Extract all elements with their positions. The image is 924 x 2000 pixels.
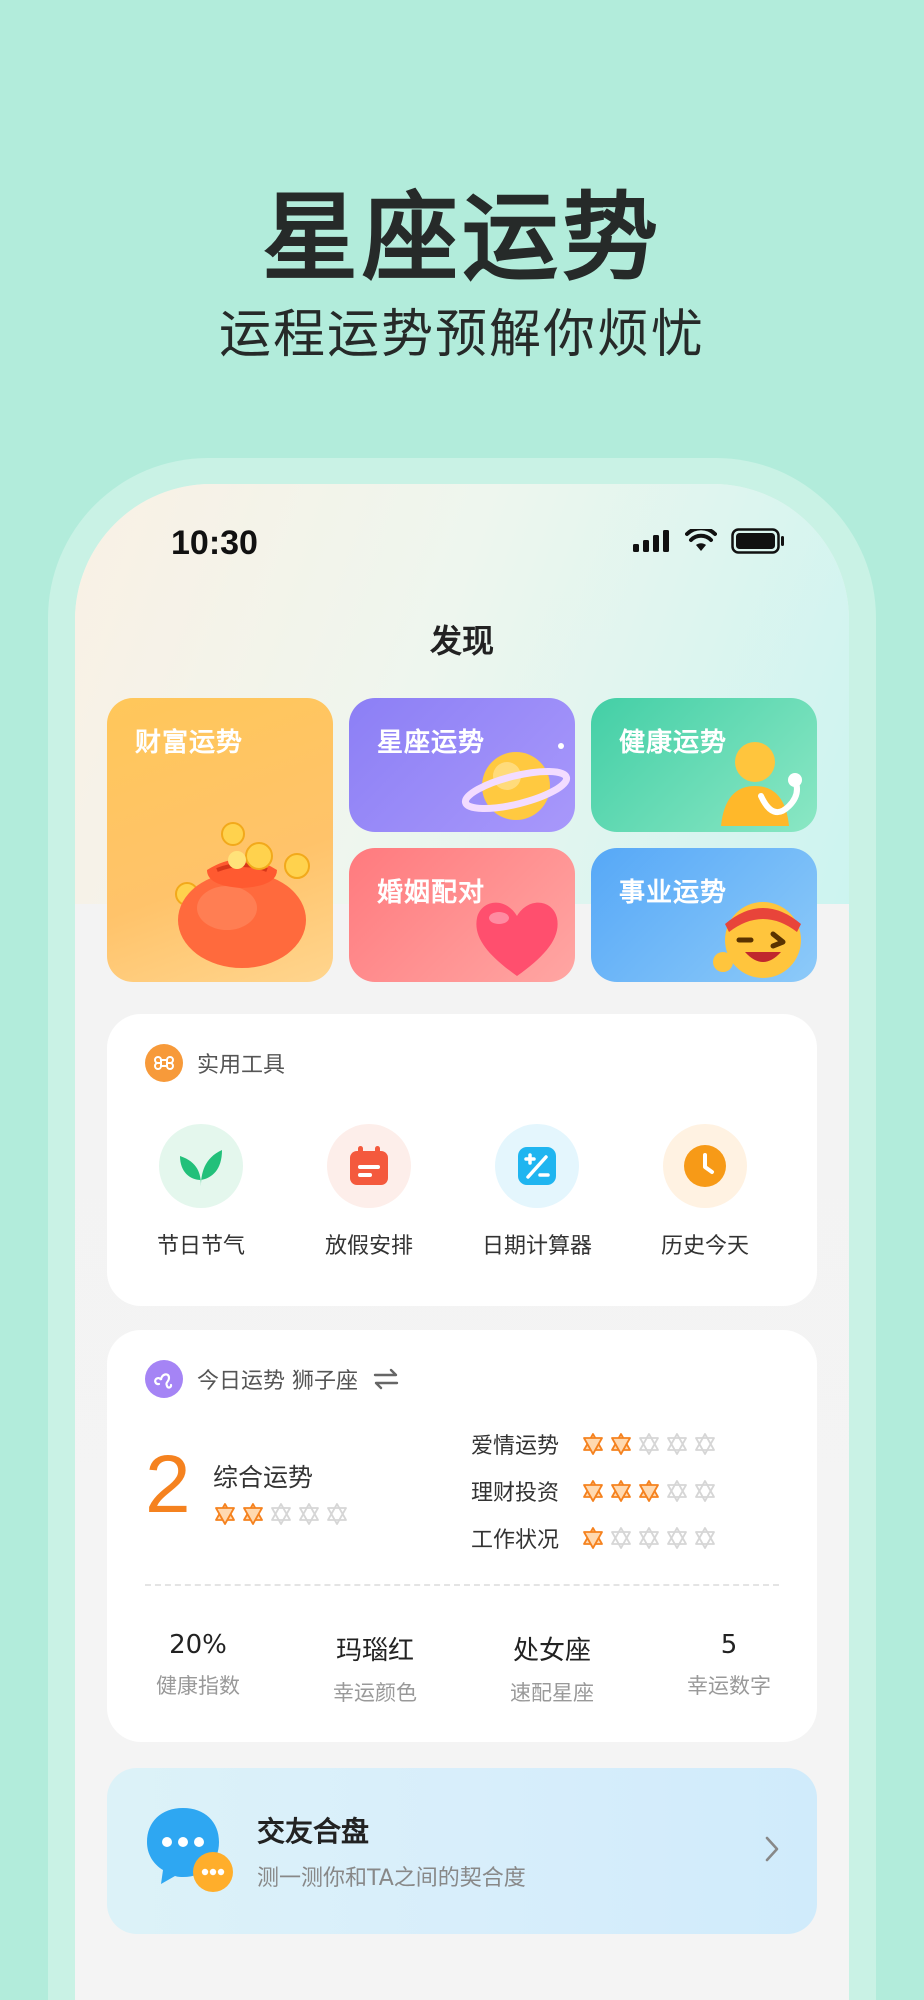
rating-label: 爱情运势 <box>471 1434 560 1459</box>
rating-finance: 理财投资 <box>471 1475 717 1507</box>
career-fortune-card[interactable]: 事业运势 <box>591 848 817 982</box>
friend-match-title: 交友合盘 <box>257 1815 370 1848</box>
rating-stars <box>581 1526 717 1550</box>
promo-subline: 运程运势预解你烦忧 <box>218 305 705 365</box>
leaf-icon <box>159 1124 243 1208</box>
fortune-header[interactable]: 今日运势 狮子座 <box>145 1360 400 1398</box>
command-icon <box>145 1044 183 1082</box>
marriage-match-card[interactable]: 婚姻配对 <box>349 848 575 982</box>
tool-history-today[interactable]: 历史今天 <box>635 1124 775 1260</box>
tool-festivals[interactable]: 节日节气 <box>131 1124 271 1260</box>
tools-panel: 实用工具 节日节气 放假安排 日期计算器 历史今天 <box>107 1014 817 1306</box>
star-filled-icon <box>243 1503 263 1525</box>
rating-label: 工作状况 <box>471 1528 560 1553</box>
tool-date-calculator[interactable]: 日期计算器 <box>467 1124 607 1260</box>
stat-value: 5 <box>720 1630 738 1660</box>
heart-icon <box>476 902 558 976</box>
rating-love: 爱情运势 <box>471 1428 717 1460</box>
tools-title: 实用工具 <box>197 1053 286 1078</box>
star-empty-icon <box>639 1433 659 1455</box>
fortune-title: 今日运势 狮子座 <box>197 1369 358 1394</box>
star-empty-icon <box>611 1527 631 1549</box>
star-empty-icon <box>327 1503 347 1525</box>
overall-score: 2 <box>145 1439 191 1530</box>
overall-stars <box>213 1502 349 1526</box>
wifi-icon <box>685 529 717 551</box>
chevron-right-icon <box>765 1836 779 1862</box>
friend-match-banner[interactable]: 交友合盘 测一测你和TA之间的契合度 <box>107 1768 817 1934</box>
stat-label: 健康指数 <box>156 1674 240 1698</box>
star-empty-icon <box>271 1503 291 1525</box>
stat-value: 20% <box>169 1630 227 1660</box>
card-label: 财富运势 <box>135 728 244 758</box>
rating-stars <box>581 1479 717 1503</box>
signal-icon <box>633 530 669 552</box>
star-filled-icon <box>583 1527 603 1549</box>
stat-value: 处女座 <box>512 1636 591 1666</box>
star-empty-icon <box>695 1433 715 1455</box>
stat-lucky-number: 5 幸运数字 <box>654 1630 804 1700</box>
stat-health-index: 20% 健康指数 <box>123 1630 273 1700</box>
zodiac-fortune-card[interactable]: 星座运势 <box>349 698 575 832</box>
star-filled-icon <box>611 1480 631 1502</box>
money-bag-icon <box>175 822 310 968</box>
tool-label: 节日节气 <box>156 1234 245 1259</box>
planet-icon <box>461 743 571 820</box>
health-fortune-card[interactable]: 健康运势 <box>591 698 817 832</box>
tool-label: 放假安排 <box>324 1234 413 1259</box>
health-icon <box>721 742 802 826</box>
career-emoji-icon <box>713 902 801 978</box>
star-empty-icon <box>639 1527 659 1549</box>
star-empty-icon <box>667 1527 687 1549</box>
stat-label: 速配星座 <box>510 1681 594 1705</box>
wealth-fortune-card[interactable]: 财富运势 <box>107 698 333 982</box>
phone-screen: 10:30 发现 财富运势 星座运势 健康运势 婚姻配对 事业运势 实用工具 节… <box>75 484 849 2000</box>
leo-icon <box>145 1360 183 1398</box>
calculator-icon <box>495 1124 579 1208</box>
stat-label: 幸运数字 <box>687 1674 771 1698</box>
stat-lucky-color: 玛瑙红 幸运颜色 <box>300 1630 450 1707</box>
today-fortune-panel: 今日运势 狮子座 2 综合运势 爱情运势 理财投资 工作状况 20% 健康指数 <box>107 1330 817 1742</box>
star-empty-icon <box>299 1503 319 1525</box>
calendar-icon <box>327 1124 411 1208</box>
promo-headline: 星座运势 <box>262 182 662 294</box>
overall-label: 综合运势 <box>213 1463 314 1492</box>
tool-holidays[interactable]: 放假安排 <box>299 1124 439 1260</box>
stat-match-sign: 处女座 速配星座 <box>477 1630 627 1707</box>
star-empty-icon <box>695 1480 715 1502</box>
star-filled-icon <box>215 1503 235 1525</box>
battery-icon <box>731 528 784 554</box>
friend-match-subtitle: 测一测你和TA之间的契合度 <box>257 1866 526 1891</box>
tool-label: 历史今天 <box>660 1234 749 1259</box>
dashed-divider <box>145 1584 779 1586</box>
tool-label: 日期计算器 <box>481 1234 592 1259</box>
clock-icon <box>663 1124 747 1208</box>
status-bar: 10:30 <box>75 484 849 604</box>
stat-label: 幸运颜色 <box>333 1681 417 1705</box>
star-empty-icon <box>667 1433 687 1455</box>
rating-label: 理财投资 <box>471 1481 560 1506</box>
star-empty-icon <box>667 1480 687 1502</box>
rating-stars <box>581 1432 717 1456</box>
rating-work: 工作状况 <box>471 1522 717 1554</box>
page-title: 发现 <box>429 622 494 660</box>
star-filled-icon <box>611 1433 631 1455</box>
status-time: 10:30 <box>171 524 258 562</box>
star-filled-icon <box>583 1433 603 1455</box>
star-empty-icon <box>695 1527 715 1549</box>
swap-icon[interactable] <box>372 1367 400 1391</box>
star-filled-icon <box>583 1480 603 1502</box>
stat-value: 玛瑙红 <box>335 1636 414 1666</box>
chat-bubble-icon <box>147 1808 233 1892</box>
star-filled-icon <box>639 1480 659 1502</box>
